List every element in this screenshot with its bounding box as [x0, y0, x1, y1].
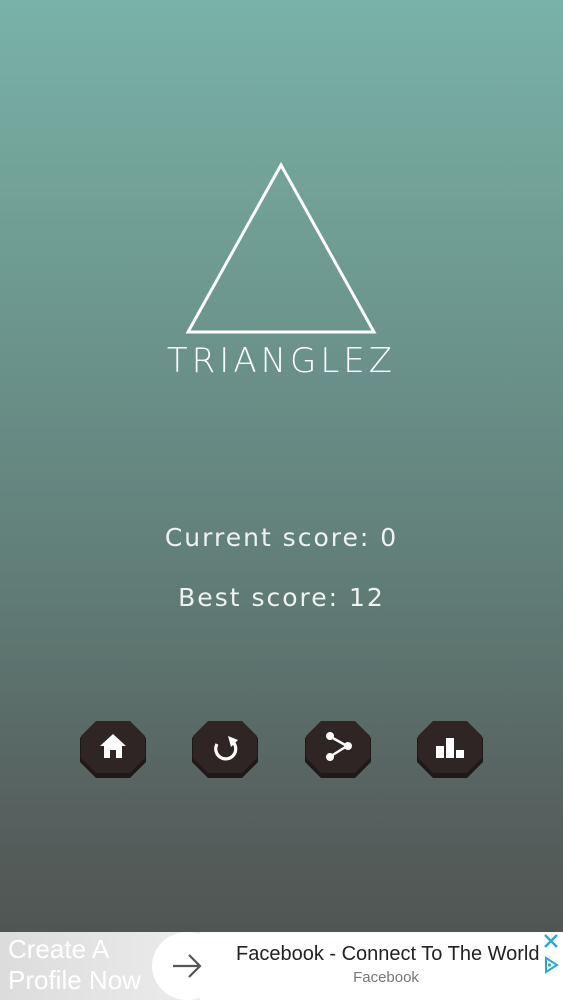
restart-icon: [192, 721, 258, 778]
ad-arrow-button[interactable]: [152, 932, 222, 1000]
home-icon: [80, 721, 146, 778]
ad-subtitle: Facebook: [353, 969, 419, 986]
close-icon[interactable]: [542, 932, 560, 950]
triangle-logo-icon: [185, 161, 377, 334]
current-score: Current score: 0: [164, 523, 399, 552]
share-icon: [305, 721, 371, 778]
restart-button[interactable]: [190, 718, 260, 782]
best-score: Best score: 12: [178, 583, 385, 612]
ad-title[interactable]: Facebook - Connect To The World: [236, 940, 541, 968]
arrow-right-icon: [173, 954, 202, 978]
leaderboard-button[interactable]: [415, 718, 485, 782]
home-button[interactable]: [78, 718, 148, 782]
adchoices-icon[interactable]: [543, 956, 559, 974]
game-over-screen: TRIANGLEZ Current score: 0 Best score: 1…: [0, 0, 563, 1000]
ad-left-text: Create A Profile Now: [8, 934, 141, 995]
share-button[interactable]: [303, 718, 373, 782]
leaderboard-icon: [417, 721, 483, 778]
game-title: TRIANGLEZ: [166, 341, 397, 381]
ad-banner[interactable]: Create A Profile Now Facebook - Connect …: [0, 932, 563, 1000]
